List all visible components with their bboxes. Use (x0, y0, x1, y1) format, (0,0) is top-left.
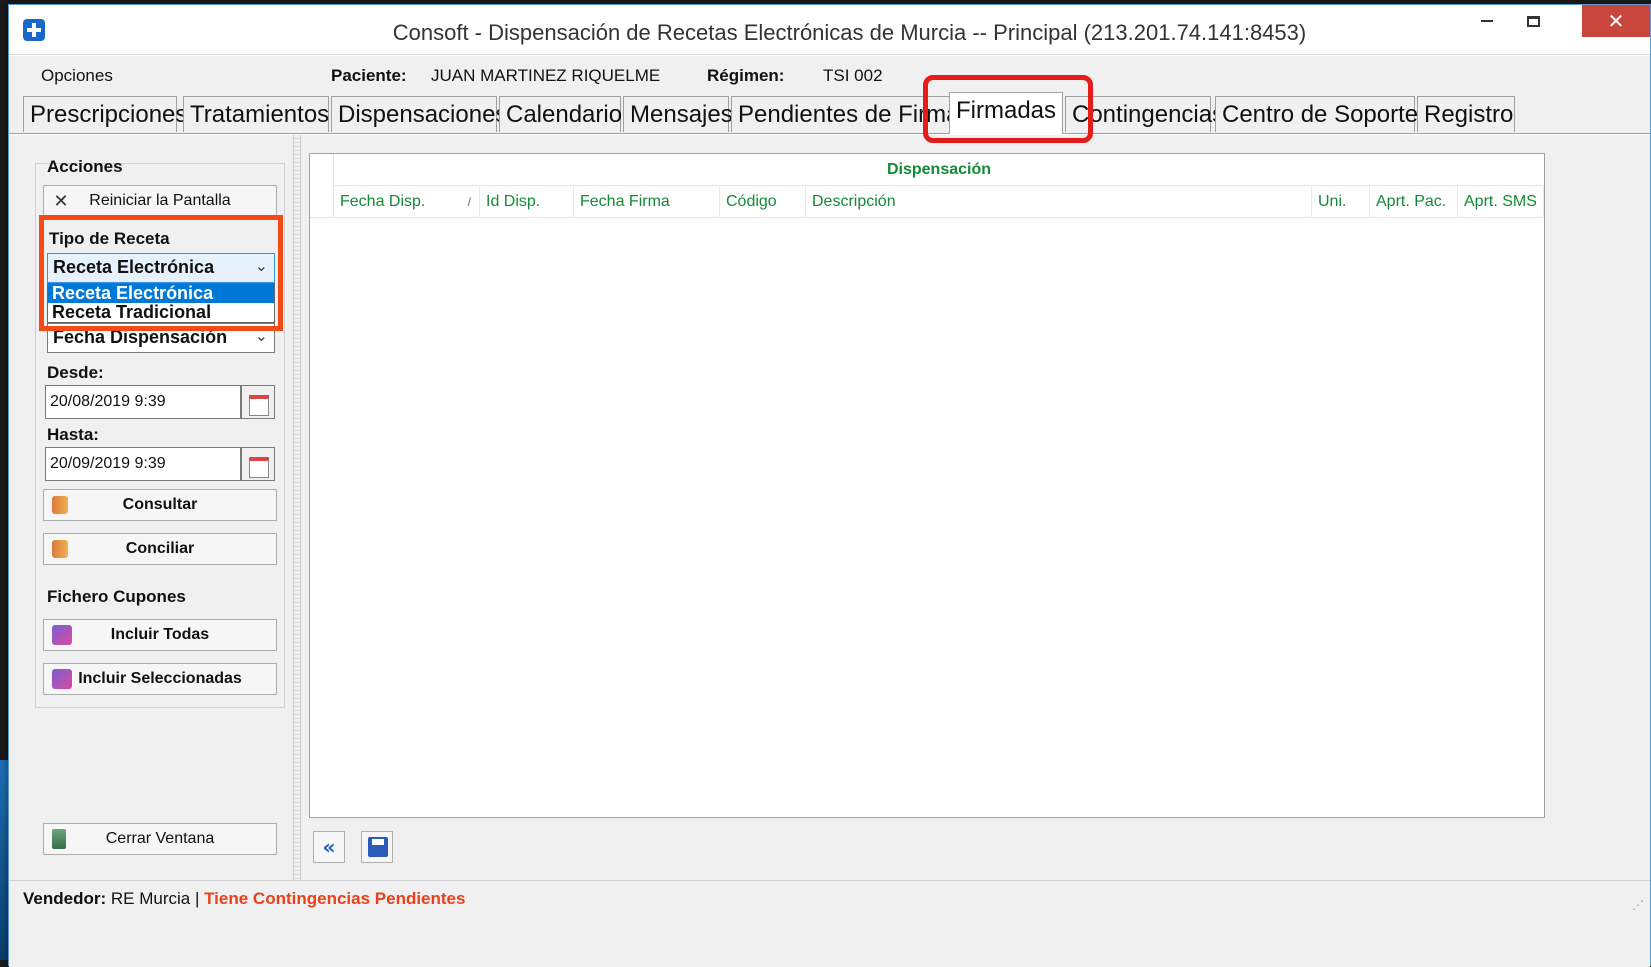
to-label: Hasta: (47, 425, 99, 444)
patient-label: Paciente: (331, 66, 407, 85)
main-content: Acciones ✕ Reiniciar la Pantalla Tipo de… (9, 135, 1650, 880)
double-chevron-left-icon: « (322, 835, 336, 859)
app-window: Consoft - Dispensación de Recetas Electr… (8, 4, 1651, 967)
tab-strip: Prescripciones Tratamientos Dispensacion… (9, 92, 1650, 134)
to-date-input[interactable]: 20/09/2019 9:39 (45, 447, 241, 481)
tab-mensajes[interactable]: Mensajes (623, 96, 733, 132)
regime-value: TSI 002 (823, 66, 883, 85)
close-window-label: Cerrar Ventana (105, 830, 215, 847)
patient-value: JUAN MARTINEZ RIQUELME (431, 66, 661, 85)
col-header-codigo[interactable]: Código (720, 186, 806, 218)
maximize-icon (1526, 15, 1540, 27)
reset-screen-label: Reiniciar la Pantalla (89, 192, 231, 209)
title-bar: Consoft - Dispensación de Recetas Electr… (9, 5, 1650, 55)
status-separator: | (194, 889, 200, 908)
from-label: Desde: (47, 363, 104, 382)
tab-prescripciones[interactable]: Prescripciones (23, 96, 187, 132)
tab-centro-de-soporte[interactable]: Centro de Soporte (1215, 96, 1418, 132)
select-highlight-annotation (39, 215, 283, 331)
reset-screen-button[interactable]: ✕ Reiniciar la Pantalla (43, 185, 277, 217)
tab-registro[interactable]: Registro (1417, 96, 1515, 132)
floppy-disk-icon (368, 837, 388, 857)
from-calendar-icon[interactable] (241, 385, 275, 419)
grid-band-header: Dispensación (334, 154, 1544, 186)
include-all-button[interactable]: Incluir Todas (43, 619, 277, 651)
resize-grip-icon[interactable]: ⋰ (1632, 898, 1644, 912)
database-icon (52, 496, 68, 514)
col-header-aprt-pac[interactable]: Aprt. Pac. (1370, 186, 1458, 218)
coupons-label: Fichero Cupones (47, 587, 186, 606)
include-all-label: Incluir Todas (110, 626, 210, 643)
actions-label: Acciones (47, 157, 123, 176)
from-date-input[interactable]: 20/08/2019 9:39 (45, 385, 241, 419)
maximize-button[interactable] (1510, 5, 1556, 37)
book-icon (52, 625, 72, 645)
x-icon: ✕ (53, 191, 69, 211)
col-header-fecha-disp[interactable]: Fecha Disp. / (334, 186, 480, 218)
tab-calendario[interactable]: Calendario (499, 96, 622, 132)
reconcile-button[interactable]: Conciliar (43, 533, 277, 565)
close-window-panel-button[interactable]: Cerrar Ventana (43, 823, 277, 855)
col-header-uni[interactable]: Uni. (1312, 186, 1370, 218)
window-title: Consoft - Dispensación de Recetas Electr… (392, 20, 1307, 45)
panel-splitter[interactable] (293, 135, 301, 880)
close-icon: ✕ (1607, 9, 1625, 33)
seller-value: RE Murcia (110, 889, 191, 908)
col-header-descripcion[interactable]: Descripción (806, 186, 1312, 218)
menu-opciones[interactable]: Opciones (41, 66, 113, 86)
dispensation-grid[interactable]: Dispensación Fecha Disp. / Id Disp. Fech… (309, 153, 1545, 818)
minimize-button[interactable] (1464, 5, 1510, 37)
query-label: Consultar (122, 496, 198, 513)
to-calendar-icon[interactable] (241, 447, 275, 481)
regime-label: Régimen: (707, 66, 785, 85)
include-selected-label: Incluir Seleccionadas (78, 670, 242, 687)
exit-door-icon (52, 829, 66, 849)
grid-column-headers: Fecha Disp. / Id Disp. Fecha Firma Códig… (310, 186, 1544, 218)
col-header-fecha-firma[interactable]: Fecha Firma (574, 186, 720, 218)
sort-icon: / (467, 195, 471, 209)
minimize-icon (1481, 20, 1493, 22)
query-button[interactable]: Consultar (43, 489, 277, 521)
close-window-button[interactable]: ✕ (1582, 5, 1650, 37)
status-bar: Vendedor: RE Murcia | Tiene Contingencia… (9, 880, 1650, 916)
save-button[interactable] (361, 831, 393, 863)
window-bottom (9, 916, 1650, 967)
contingencies-warning[interactable]: Tiene Contingencias Pendientes (204, 889, 465, 908)
tab-dispensaciones[interactable]: Dispensaciones (331, 96, 507, 132)
book-icon (52, 669, 72, 689)
col-header-aprt-sms[interactable]: Aprt. SMS (1458, 186, 1544, 218)
tab-highlight-annotation (923, 75, 1093, 143)
col-header-id-disp[interactable]: Id Disp. (480, 186, 574, 218)
back-button[interactable]: « (313, 831, 345, 863)
col-label: Fecha Disp. (340, 193, 426, 210)
tab-pendientes-de-firma[interactable]: Pendientes de Firma (731, 96, 951, 132)
database-icon (52, 540, 68, 558)
reconcile-label: Conciliar (125, 540, 195, 557)
include-selected-button[interactable]: Incluir Seleccionadas (43, 663, 277, 695)
patient-info-bar: Opciones Paciente: JUAN MARTINEZ RIQUELM… (9, 56, 1650, 94)
seller-label: Vendedor: (23, 889, 107, 908)
tab-tratamientos[interactable]: Tratamientos (183, 96, 329, 132)
